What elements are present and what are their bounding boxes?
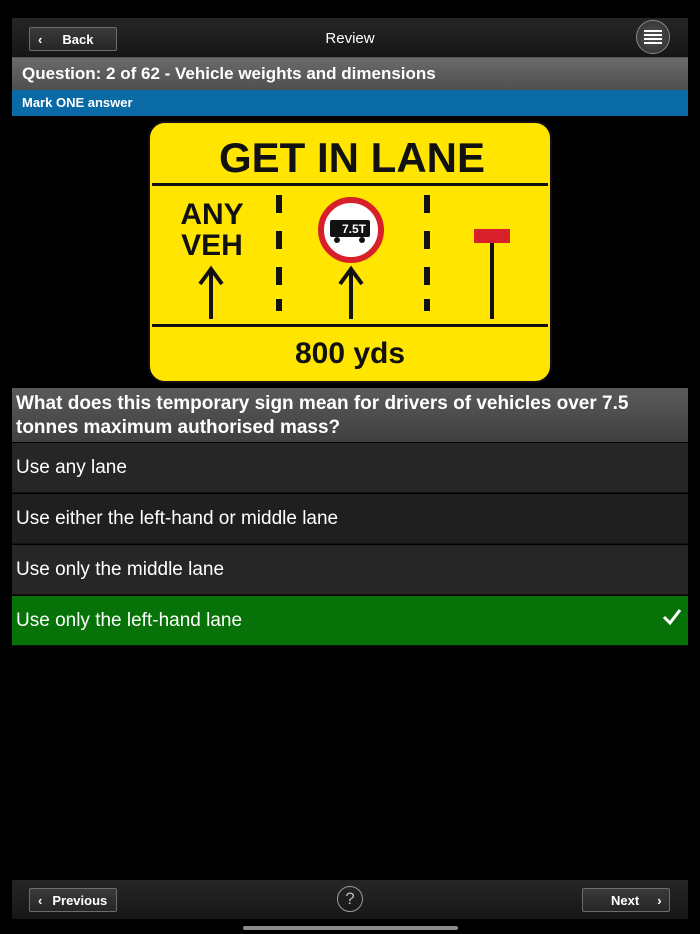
answer-option-4-correct[interactable]: Use only the left-hand lane (12, 596, 688, 646)
question-text: What does this temporary sign mean for d… (12, 388, 688, 442)
question-header: Question: 2 of 62 - Vehicle weights and … (12, 58, 688, 90)
top-navigation-bar: ‹ Back Review (12, 18, 688, 58)
help-button[interactable]: ? (337, 886, 363, 912)
weight-limit-roundel-icon: 7.5T (318, 197, 384, 263)
sign-distance: 800 yds (295, 337, 405, 370)
next-button[interactable]: Next › (582, 888, 670, 912)
sign-top-line (152, 183, 548, 186)
answer-option-label: Use either the left-hand or middle lane (16, 508, 339, 529)
page-title: Review (325, 30, 375, 47)
answer-option-label: Use only the middle lane (16, 559, 225, 580)
answer-option-3[interactable]: Use only the middle lane (12, 545, 688, 595)
hamburger-menu-icon (644, 30, 662, 44)
bottom-navigation-bar: ‹ Previous ? Next › (12, 880, 688, 919)
previous-button[interactable]: ‹ Previous (29, 888, 117, 912)
sign-left-lane-line2: VEH (181, 229, 243, 262)
chevron-left-icon: ‹ (38, 892, 43, 908)
answer-list: Use any lane Use either the left-hand or… (12, 443, 688, 647)
instruction-bar: Mark ONE answer (12, 90, 688, 116)
sign-heading: GET IN LANE (219, 134, 485, 181)
question-mark-icon: ? (345, 889, 355, 908)
answer-option-2[interactable]: Use either the left-hand or middle lane (12, 494, 688, 544)
answer-option-label: Use any lane (16, 457, 127, 478)
sign-bottom-line (152, 324, 548, 327)
menu-button[interactable] (636, 20, 670, 54)
chevron-right-icon: › (657, 892, 662, 908)
sign-left-lane-line1: ANY (180, 198, 243, 231)
next-button-label: Next (611, 892, 640, 908)
checkmark-icon (662, 609, 682, 626)
previous-button-label: Previous (52, 892, 108, 908)
answer-option-1[interactable]: Use any lane (12, 443, 688, 493)
answer-option-label: Use only the left-hand lane (16, 610, 243, 631)
weight-limit-text: 7.5T (342, 222, 367, 236)
home-indicator[interactable] (243, 926, 458, 930)
road-sign-image: GET IN LANE ANY VEH 7.5T 800 yds (146, 119, 554, 385)
